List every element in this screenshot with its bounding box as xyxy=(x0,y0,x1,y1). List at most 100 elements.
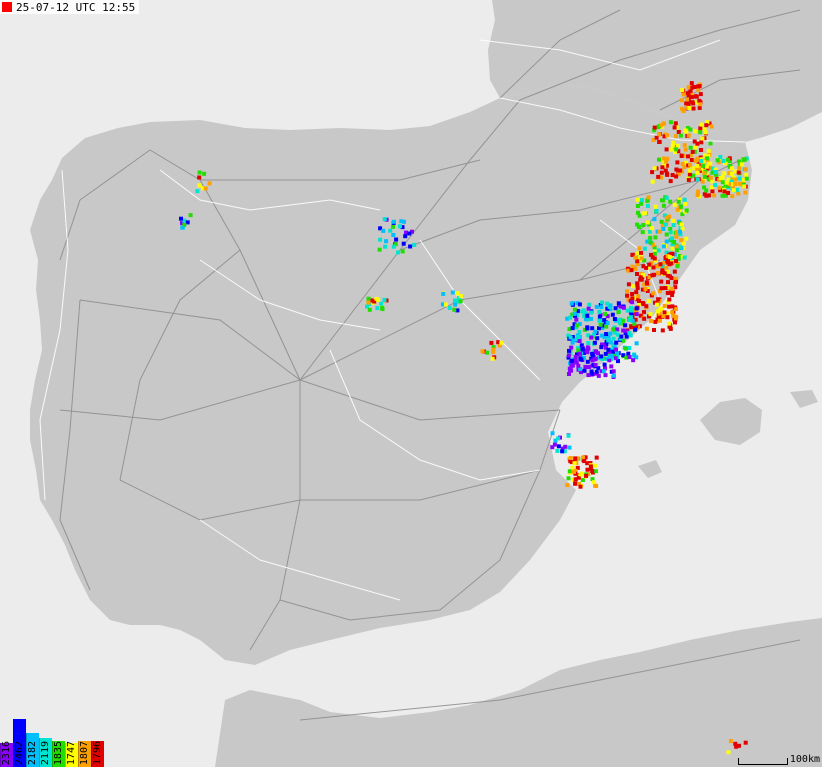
lightning-strike xyxy=(695,170,700,175)
lightning-strike xyxy=(656,297,661,302)
lightning-strike xyxy=(671,218,676,223)
lightning-strike xyxy=(673,134,678,139)
lightning-strike xyxy=(614,347,618,352)
lightning-strike xyxy=(568,315,573,320)
lightning-strike xyxy=(673,320,677,325)
lightning-strike xyxy=(650,170,655,175)
lightning-strike xyxy=(652,125,657,130)
lightning-strike xyxy=(604,324,609,329)
lightning-strike xyxy=(550,431,555,436)
lightning-strike xyxy=(394,237,399,242)
lightning-strike xyxy=(599,354,604,359)
scale-bar-graphic xyxy=(737,758,788,765)
lightning-strike xyxy=(398,224,402,229)
lightning-strike xyxy=(731,188,736,193)
lightning-strike xyxy=(611,327,616,332)
lightning-strike xyxy=(391,233,396,237)
lightning-strike xyxy=(631,358,636,363)
lightning-strike xyxy=(577,351,582,356)
legend-bar-4: 1835 xyxy=(52,741,65,767)
lightning-strike xyxy=(197,175,202,180)
lightning-strike xyxy=(668,230,673,235)
lightning-strike xyxy=(682,197,687,202)
lightning-strike xyxy=(635,204,640,208)
lightning-strike xyxy=(634,306,639,311)
lightning-strike xyxy=(672,240,677,244)
lightning-strike xyxy=(458,299,463,304)
lightning-strike xyxy=(690,95,695,100)
lightning-strike xyxy=(676,199,681,204)
lightning-strike xyxy=(382,217,387,222)
lightning-strike xyxy=(701,163,705,168)
strike-count-legend: 2316 2462 2182 2119 1835 1747 1807 1796 xyxy=(0,719,104,767)
lightning-strike xyxy=(378,237,383,242)
lightning-strike xyxy=(683,147,688,152)
lightning-strike xyxy=(578,472,583,477)
lightning-strike xyxy=(640,198,644,203)
lightning-strike xyxy=(669,261,674,266)
lightning-strike xyxy=(699,122,704,127)
lightning-strike xyxy=(656,174,661,179)
lightning-strike xyxy=(669,147,674,152)
lightning-strike xyxy=(604,332,609,336)
lightning-strike xyxy=(686,133,691,138)
lightning-strike xyxy=(722,189,727,194)
lightning-strike xyxy=(670,286,675,291)
lightning-strike xyxy=(641,302,646,307)
lightning-strike xyxy=(697,105,702,110)
lightning-strike xyxy=(629,268,634,273)
lightning-strike xyxy=(452,307,457,312)
lightning-strike xyxy=(678,133,683,138)
lightning-strike xyxy=(197,183,202,188)
lightning-strike xyxy=(708,175,713,180)
lightning-strike xyxy=(655,302,659,307)
lightning-strike xyxy=(586,341,591,345)
lightning-strike xyxy=(630,284,635,289)
lightning-strike xyxy=(659,279,664,284)
lightning-strike xyxy=(585,313,590,318)
lightning-strike xyxy=(381,228,386,233)
lightning-strike xyxy=(670,304,675,309)
lightning-strike xyxy=(490,356,495,361)
lightning-strike xyxy=(674,167,679,172)
lightning-strike xyxy=(664,195,669,200)
lightning-strike xyxy=(450,290,455,295)
lightning-strike xyxy=(650,179,655,184)
lightning-strike xyxy=(628,333,633,338)
lightning-strike xyxy=(648,240,653,245)
lightning-strike xyxy=(656,309,660,314)
lightning-strike xyxy=(683,202,688,206)
lightning-strike xyxy=(556,436,561,441)
lightning-strike xyxy=(709,124,714,129)
lightning-strike xyxy=(366,300,371,305)
lightning-strike xyxy=(690,149,695,154)
lightning-strike xyxy=(726,750,731,755)
lightning-strike xyxy=(700,136,705,141)
lightning-strike xyxy=(625,293,630,298)
lightning-strike xyxy=(717,185,722,190)
lightning-strike xyxy=(684,236,689,241)
lightning-strike xyxy=(646,299,651,304)
lightning-strike xyxy=(577,339,582,343)
legend-bar-3: 2119 xyxy=(39,738,52,767)
lightning-strike xyxy=(737,166,742,170)
lightning-strike xyxy=(671,223,676,228)
lightning-strike xyxy=(712,193,717,198)
lightning-strike xyxy=(444,302,448,307)
lightning-strike xyxy=(686,154,690,159)
lightning-strike xyxy=(588,464,593,469)
lightning-strike xyxy=(695,177,700,182)
lightning-strike xyxy=(650,226,655,231)
lightning-strike xyxy=(636,210,640,215)
lightning-strike xyxy=(180,225,185,230)
lightning-strike xyxy=(621,328,626,333)
lightning-strike xyxy=(699,140,704,145)
lightning-strike xyxy=(188,213,193,218)
lightning-strike xyxy=(708,141,713,146)
lightning-strike xyxy=(408,244,413,249)
lightning-strike xyxy=(634,341,639,346)
lightning-strike xyxy=(441,291,446,296)
lightning-strike xyxy=(630,264,635,269)
lightning-strike xyxy=(672,202,677,207)
lightning-strike xyxy=(589,335,594,340)
